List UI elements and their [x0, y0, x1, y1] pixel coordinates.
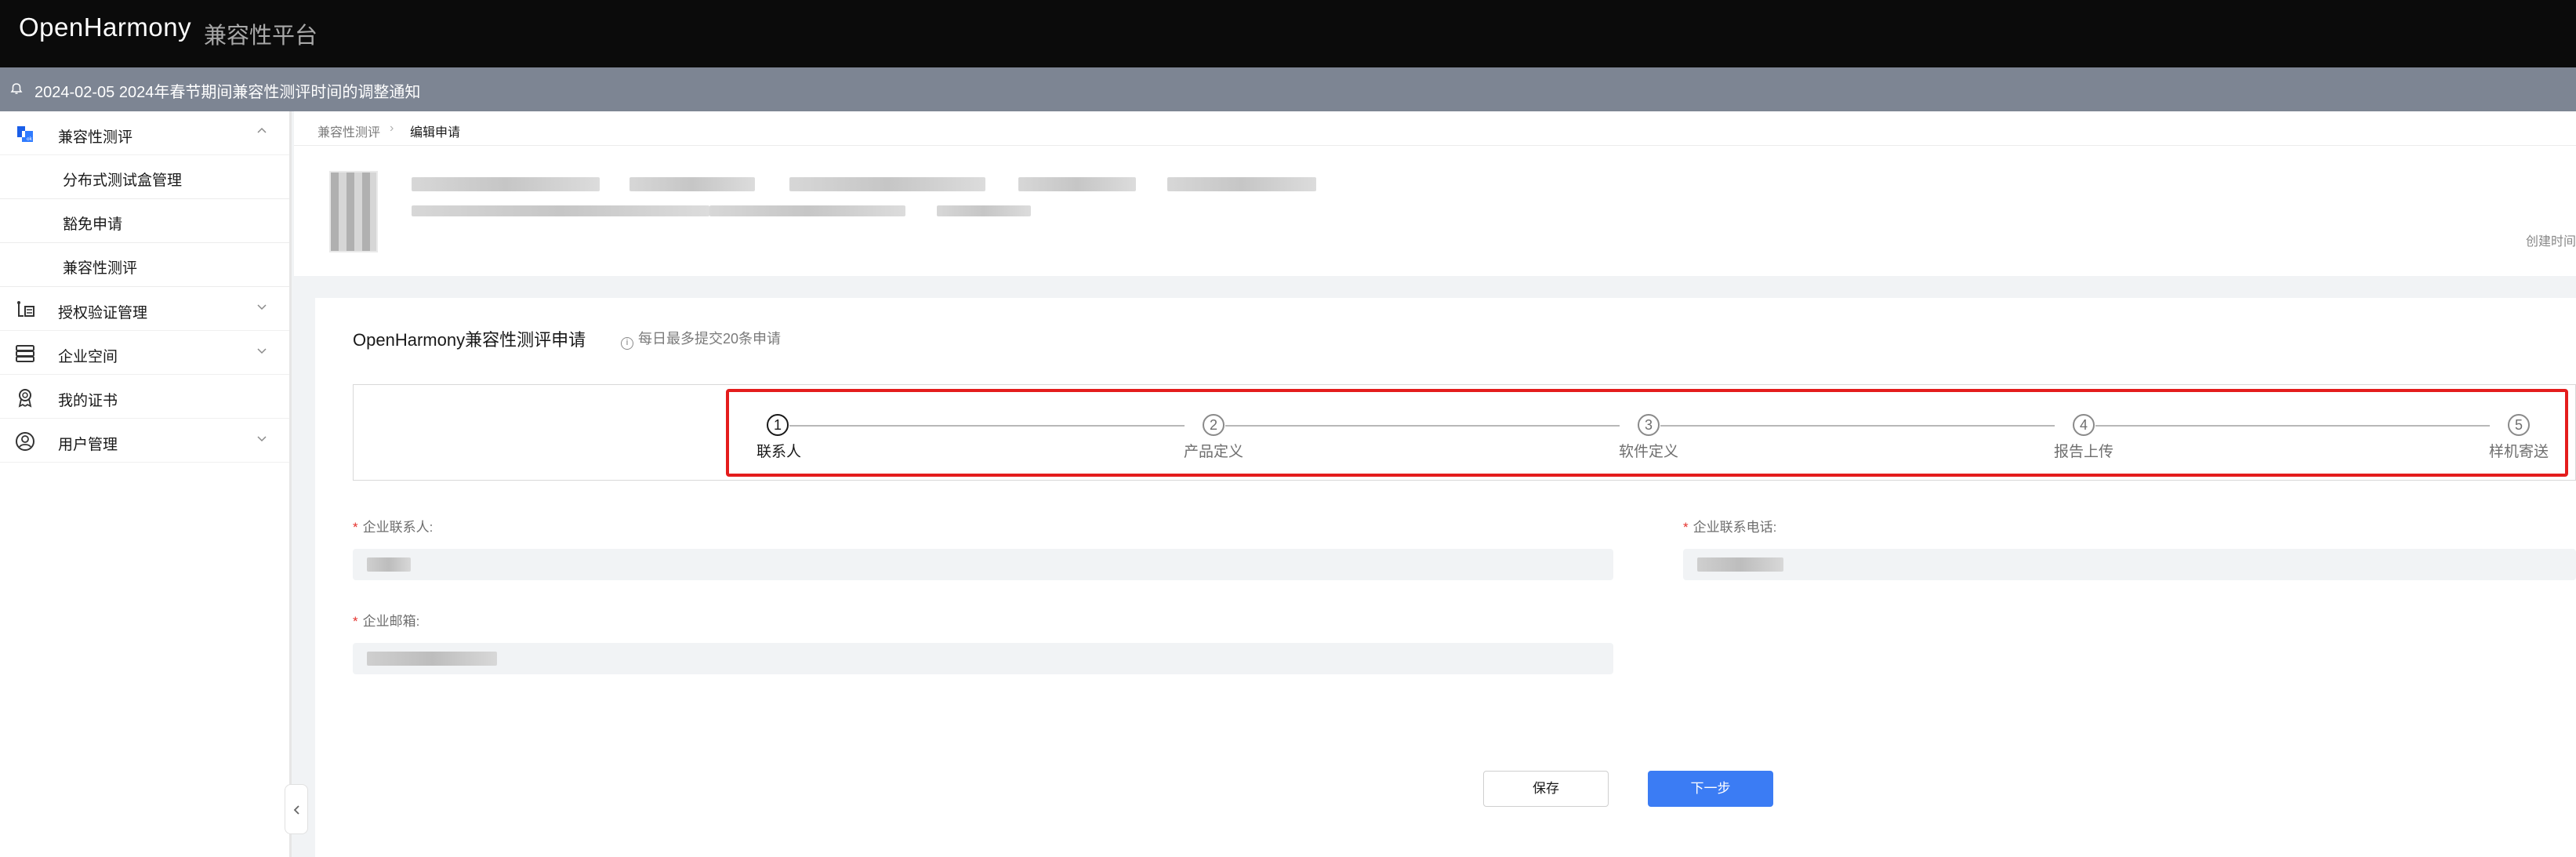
- notice-text[interactable]: 2024-02-05 2024年春节期间兼容性测评时间的调整通知: [34, 79, 420, 102]
- top-bar: OpenHarmony 兼容性平台: [0, 0, 2576, 67]
- phone-label-text: 企业联系电话:: [1693, 520, 1777, 535]
- application-form: OpenHarmony兼容性测评申请 i 每日最多提交20条申请 1 联系人 2 …: [315, 298, 2576, 857]
- required-mark: *: [1683, 520, 1689, 535]
- sidebar-subitem-label: 兼容性测评: [63, 260, 138, 277]
- sidebar-item-users[interactable]: 用户管理: [0, 419, 289, 463]
- sidebar-subitem-testbox[interactable]: 分布式测试盒管理: [0, 155, 289, 199]
- sidebar-item-auth[interactable]: 授权验证管理: [0, 287, 289, 331]
- certificate-icon: [18, 389, 32, 408]
- sidebar-item-certificate[interactable]: 我的证书: [0, 375, 289, 419]
- sidebar-item-label: 授权验证管理: [58, 305, 148, 321]
- sidebar-subitem-label: 豁免申请: [63, 216, 123, 233]
- form-tip: i 每日最多提交20条申请: [621, 328, 781, 350]
- next-step-button[interactable]: 下一步: [1648, 771, 1773, 807]
- phone-input[interactable]: [1683, 549, 2576, 580]
- email-label: * 企业邮箱:: [353, 610, 419, 630]
- chevron-down-icon[interactable]: [256, 345, 267, 356]
- svg-text:ok: ok: [27, 136, 33, 142]
- platform-title: 兼容性平台: [204, 24, 318, 49]
- redacted-text: [629, 177, 755, 191]
- breadcrumb-current: 编辑申请: [410, 126, 461, 140]
- sidebar-item-label: 企业空间: [58, 349, 118, 365]
- redacted-text: [1167, 177, 1316, 191]
- stepper-highlight-box: [726, 389, 2568, 477]
- redacted-text: [367, 652, 497, 666]
- created-time-label: 创建时间: [2525, 235, 2576, 249]
- contact-label-text: 企业联系人:: [362, 520, 434, 535]
- chevron-up-icon[interactable]: [256, 125, 267, 136]
- breadcrumb-separator-icon: ›: [390, 122, 394, 135]
- database-icon: [16, 345, 34, 362]
- sidebar-subitem-label: 分布式测试盒管理: [63, 172, 183, 189]
- email-label-text: 企业邮箱:: [362, 614, 420, 629]
- redacted-text: [937, 205, 1031, 216]
- chevron-down-icon[interactable]: [256, 433, 267, 444]
- breadcrumb-link[interactable]: 兼容性测评: [317, 122, 380, 140]
- sidebar: ok 兼容性测评 分布式测试盒管理 豁免申请 兼容性测评 授权验证管理 企业空间: [0, 111, 292, 857]
- redacted-text: [412, 205, 709, 216]
- phone-label: * 企业联系电话:: [1683, 516, 1776, 536]
- save-button[interactable]: 保存: [1483, 771, 1609, 807]
- redacted-text: [709, 205, 905, 216]
- redacted-text: [1018, 177, 1136, 191]
- compat-logo-icon: ok: [16, 125, 34, 143]
- email-input[interactable]: [353, 643, 1613, 674]
- required-mark: *: [353, 614, 358, 629]
- brand-logo[interactable]: OpenHarmony: [19, 13, 191, 42]
- redacted-text: [789, 177, 985, 191]
- user-circle-icon: [16, 432, 34, 451]
- contact-label: * 企业联系人:: [353, 516, 433, 536]
- chevron-down-icon[interactable]: [256, 301, 267, 312]
- chevron-left-icon: [293, 805, 299, 815]
- form-tip-text: 每日最多提交20条申请: [638, 331, 782, 347]
- redacted-text: [1697, 557, 1783, 572]
- form-title: OpenHarmony兼容性测评申请: [353, 330, 586, 350]
- info-icon: i: [621, 337, 633, 350]
- contact-input[interactable]: [353, 549, 1613, 580]
- notice-bar[interactable]: 2024-02-05 2024年春节期间兼容性测评时间的调整通知: [0, 67, 2576, 111]
- application-info-card: 创建时间: [294, 146, 2576, 276]
- sidebar-subitem-exemption[interactable]: 豁免申请: [0, 199, 289, 243]
- bell-icon: [10, 83, 23, 94]
- auth-verify-icon: [17, 301, 34, 317]
- sidebar-item-enterprise-space[interactable]: 企业空间: [0, 331, 289, 375]
- redacted-text: [367, 557, 411, 572]
- required-mark: *: [353, 520, 358, 535]
- sidebar-item-label: 用户管理: [58, 437, 118, 453]
- sidebar-item-compat[interactable]: ok 兼容性测评: [0, 111, 289, 155]
- redacted-text: [412, 177, 600, 191]
- product-thumbnail: [329, 171, 378, 252]
- sidebar-item-label: 我的证书: [58, 393, 118, 409]
- sidebar-collapse-button[interactable]: [285, 784, 308, 834]
- sidebar-item-label: 兼容性测评: [58, 129, 133, 146]
- breadcrumb: 兼容性测评 › 编辑申请: [294, 111, 2576, 146]
- sidebar-subitem-compat-eval[interactable]: 兼容性测评: [0, 243, 289, 287]
